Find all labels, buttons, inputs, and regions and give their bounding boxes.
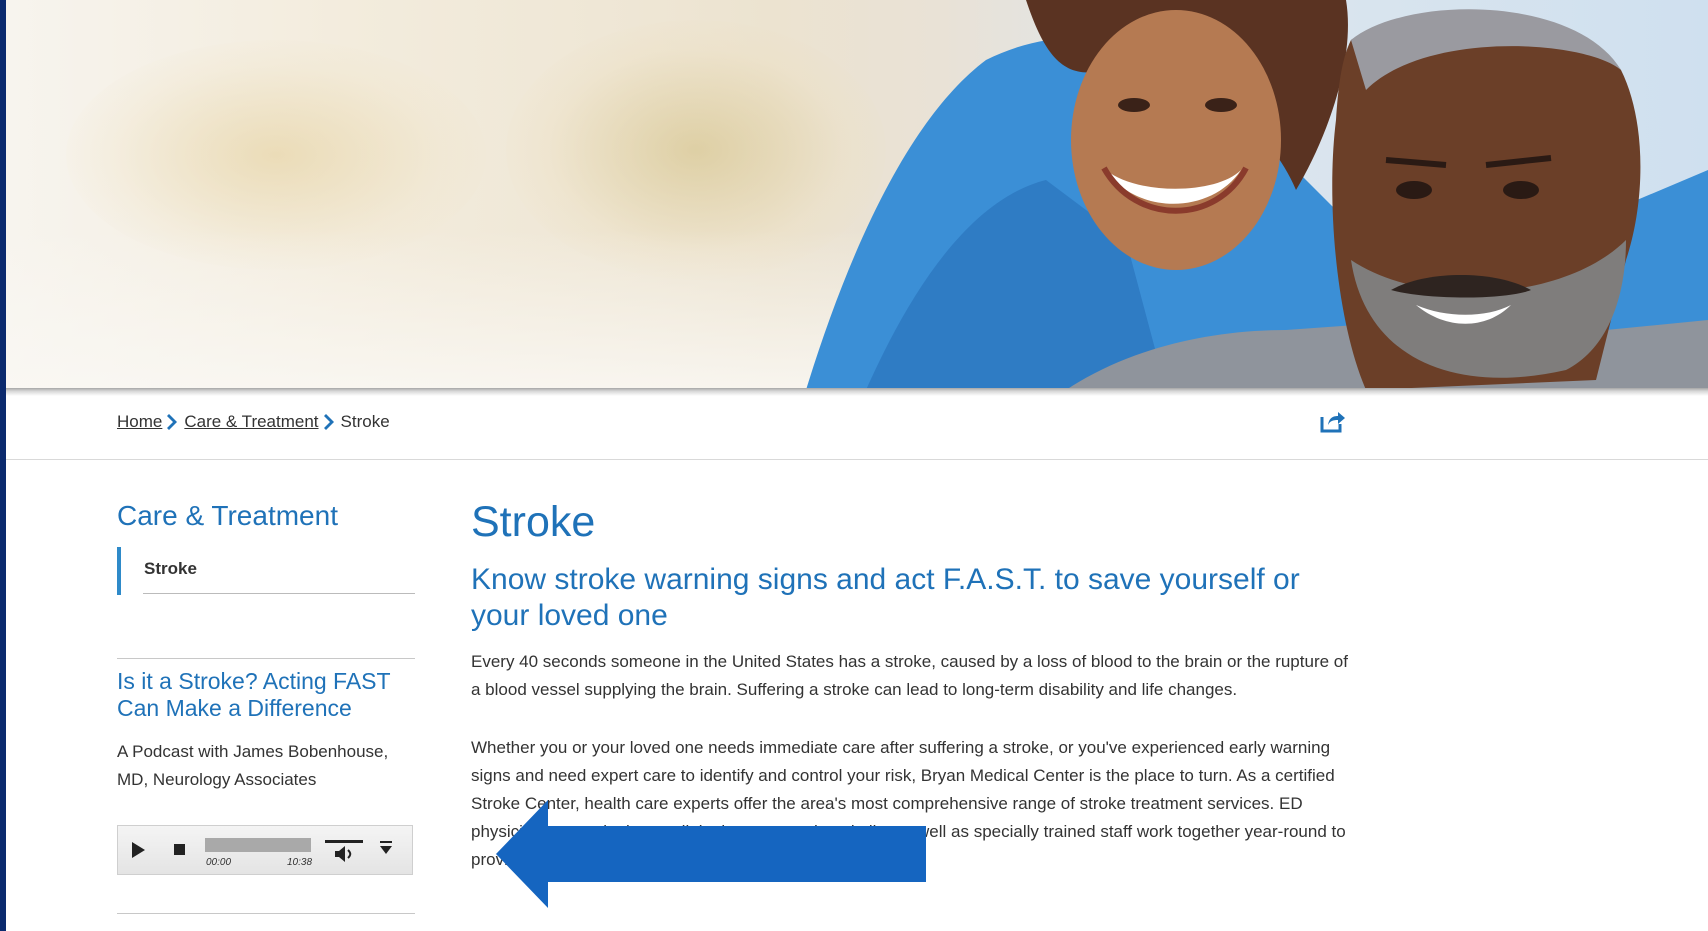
body-paragraph: Every 40 seconds someone in the United S…	[471, 652, 1348, 699]
sidebar-title[interactable]: Care & Treatment	[117, 500, 338, 532]
play-icon[interactable]	[132, 842, 145, 858]
player-menu-icon[interactable]	[380, 841, 392, 855]
page-subtitle: Know stroke warning signs and act F.A.S.…	[471, 563, 1300, 632]
podcast-description: A Podcast with James Bobenhouse, MD, Neu…	[117, 742, 389, 789]
audio-player: 00:00 10:38	[117, 825, 413, 875]
progress-track[interactable]	[205, 838, 311, 852]
podcast-title-link[interactable]: Is it a Stroke? Acting FAST Can Make a D…	[117, 668, 407, 722]
couple-photo	[806, 0, 1708, 390]
page: Home Care & Treatment Stroke Care & Trea…	[6, 0, 1708, 931]
volume-icon[interactable]	[334, 845, 354, 863]
hero-banner	[6, 0, 1708, 390]
sidebar-divider	[117, 913, 415, 914]
sidebar-item-stroke[interactable]: Stroke	[117, 545, 415, 595]
sidebar-item-underline	[143, 593, 415, 594]
section-divider	[6, 459, 1708, 460]
breadcrumb-care-link[interactable]: Care & Treatment	[184, 412, 318, 432]
stop-icon[interactable]	[174, 844, 185, 855]
current-time: 00:00	[206, 857, 232, 868]
active-indicator	[117, 547, 121, 595]
breadcrumb: Home Care & Treatment Stroke	[117, 412, 390, 432]
breadcrumb-home-link[interactable]: Home	[117, 412, 162, 432]
sidebar-item-label: Stroke	[144, 559, 197, 578]
volume-slider[interactable]	[325, 840, 363, 843]
breadcrumb-current: Stroke	[340, 412, 390, 431]
page-title: Stroke	[471, 498, 596, 546]
duration: 10:38	[287, 857, 313, 868]
hero-shadow	[6, 388, 1708, 396]
chevron-right-icon	[323, 414, 334, 430]
sidebar-divider	[117, 658, 415, 659]
share-icon[interactable]	[1320, 409, 1346, 433]
chevron-right-icon	[167, 414, 178, 430]
annotation-arrow-left-icon	[496, 800, 926, 908]
